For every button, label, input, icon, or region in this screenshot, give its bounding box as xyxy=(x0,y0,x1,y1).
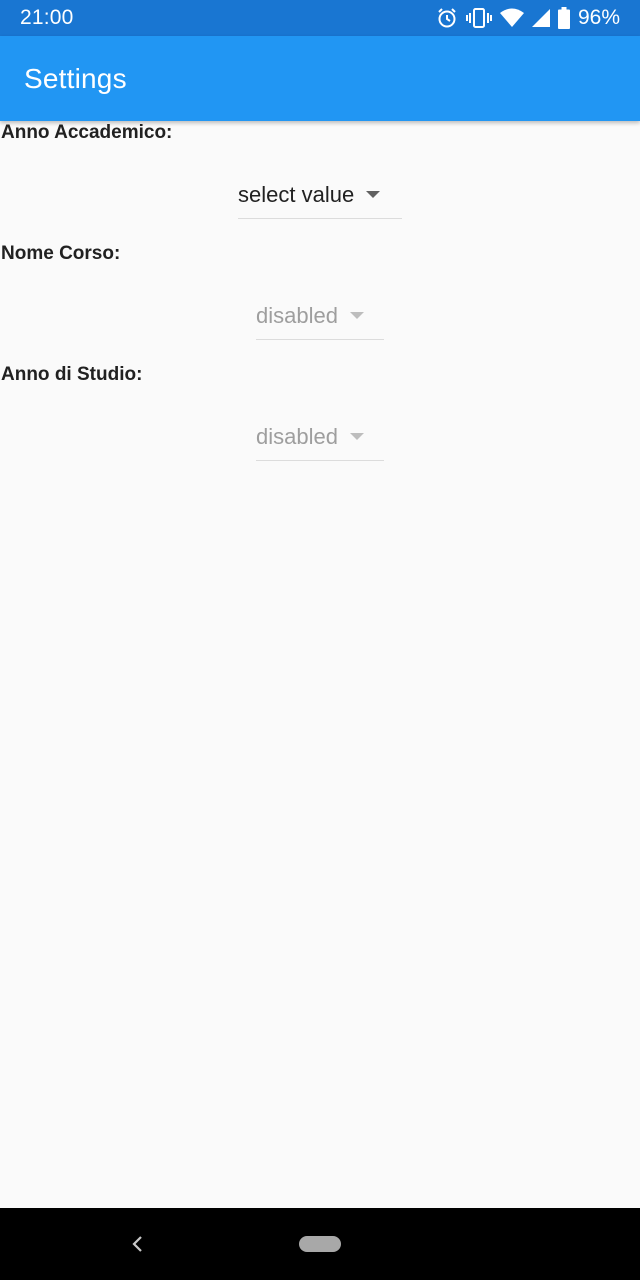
field-label-anno-di-studio: Anno di Studio: xyxy=(1,364,143,385)
nome-corso-dropdown: disabled xyxy=(256,292,384,340)
settings-form: Anno Accademico: select value Nome Corso… xyxy=(0,121,640,484)
section-nome-corso: Nome Corso: disabled xyxy=(0,242,640,363)
anno-di-studio-dropdown: disabled xyxy=(256,413,384,461)
dropdown-value: select value xyxy=(238,181,355,207)
dropdown-arrow-icon xyxy=(349,433,364,440)
dropdown-value: disabled xyxy=(256,302,338,328)
vibrate-icon xyxy=(465,7,492,29)
status-bar: 21:00 96% xyxy=(0,0,640,36)
dropdown-arrow-icon xyxy=(366,191,381,198)
section-anno-accademico: Anno Accademico: select value xyxy=(0,121,640,242)
system-nav-bar xyxy=(0,1208,640,1280)
home-pill-icon[interactable] xyxy=(299,1236,341,1252)
page-title: Settings xyxy=(24,62,127,94)
anno-accademico-dropdown[interactable]: select value xyxy=(238,171,402,219)
status-time: 21:00 xyxy=(20,6,74,29)
field-label-nome-corso: Nome Corso: xyxy=(1,243,121,264)
battery-icon xyxy=(557,7,570,29)
dropdown-arrow-icon xyxy=(349,312,364,319)
status-icons: 96% xyxy=(436,6,620,30)
dropdown-value: disabled xyxy=(256,423,338,449)
wifi-icon xyxy=(499,8,524,28)
battery-percent: 96% xyxy=(577,6,620,29)
section-anno-di-studio: Anno di Studio: disabled xyxy=(0,363,640,484)
alarm-icon xyxy=(436,7,458,29)
back-icon[interactable] xyxy=(128,1234,148,1254)
signal-icon xyxy=(531,8,550,28)
field-label-anno-accademico: Anno Accademico: xyxy=(1,122,173,143)
app-bar: Settings xyxy=(0,36,640,121)
